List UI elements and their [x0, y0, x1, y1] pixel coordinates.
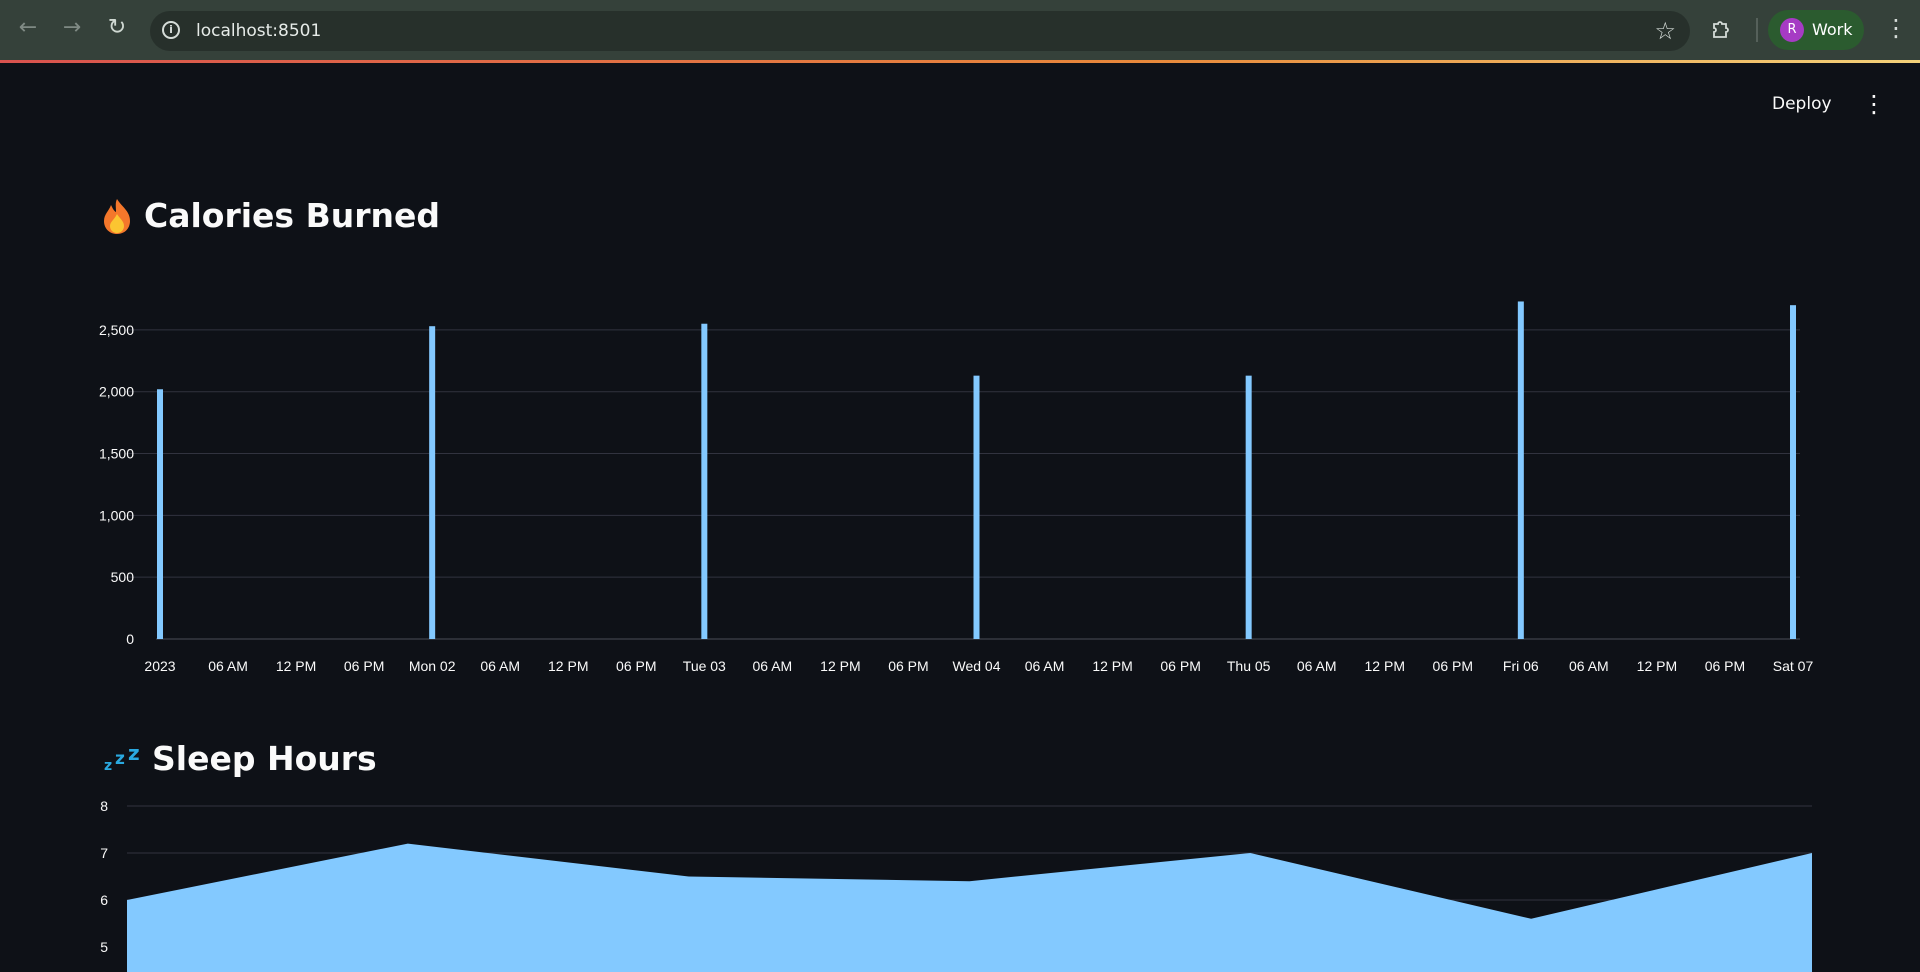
browser-menu-icon[interactable]: ⋮ [1884, 16, 1908, 40]
y-tick-label: 0 [126, 631, 134, 647]
site-info-icon[interactable]: i [162, 21, 180, 39]
svg-text:z: z [115, 749, 125, 769]
svg-text:z: z [128, 741, 140, 765]
sleep-heading: z z z Sleep Hours [104, 739, 377, 778]
y-tick-label: 1,000 [99, 507, 134, 523]
x-tick-label: 12 PM [276, 658, 316, 674]
sleep-title: Sleep Hours [152, 739, 377, 778]
calories-bar [701, 323, 708, 639]
calories-heading: Calories Burned [100, 196, 440, 235]
address-bar[interactable]: i localhost:8501 ☆ [150, 11, 1690, 51]
y-tick-label: 2,500 [99, 322, 134, 338]
app-menu-icon[interactable]: ⋮ [1862, 92, 1886, 116]
toolbar-divider [1756, 18, 1758, 42]
avatar: R [1780, 18, 1804, 42]
deploy-button[interactable]: Deploy [1772, 94, 1832, 114]
calories-bar [1245, 375, 1252, 639]
loading-gradient-bar [0, 60, 1920, 63]
x-tick-label: 06 PM [1433, 658, 1473, 674]
y-tick-label: 2,000 [99, 384, 134, 400]
x-tick-label: 06 PM [616, 658, 656, 674]
sleep-area-chart: 5 6 7 8 [100, 798, 1813, 972]
x-tick-label: 06 PM [344, 658, 384, 674]
x-tick-label: 06 PM [1160, 658, 1200, 674]
x-tick-label: 06 PM [888, 658, 928, 674]
calories-bar [429, 326, 436, 639]
x-tick-label: Wed 04 [953, 658, 1001, 674]
calories-bar [1790, 305, 1796, 639]
x-tick-label: 12 PM [1092, 658, 1132, 674]
x-tick-label: 06 AM [1569, 658, 1609, 674]
calories-title: Calories Burned [144, 196, 440, 235]
forward-arrow-icon[interactable]: → [58, 14, 86, 42]
browser-toolbar: ← → ↻ i localhost:8501 ☆ R Work ⋮ [0, 0, 1920, 60]
x-tick-label: 12 PM [1637, 658, 1677, 674]
reload-icon[interactable]: ↻ [103, 14, 131, 42]
x-tick-label: 06 AM [1297, 658, 1337, 674]
profile-button[interactable]: R Work [1768, 10, 1864, 50]
y-tick-label: 6 [100, 892, 108, 908]
x-tick-label: 06 AM [753, 658, 793, 674]
y-tick-label: 8 [100, 798, 108, 814]
bookmark-star-icon[interactable]: ☆ [1654, 17, 1676, 45]
x-tick-label: 06 AM [1025, 658, 1065, 674]
x-tick-label: 06 PM [1705, 658, 1745, 674]
y-tick-label: 5 [100, 939, 108, 955]
x-tick-label: 2023 [144, 658, 175, 674]
x-tick-label: 06 AM [208, 658, 248, 674]
x-tick-label: Mon 02 [409, 658, 456, 674]
sleep-area [127, 843, 1812, 972]
svg-text:z: z [104, 758, 112, 774]
calories-bar [157, 389, 163, 639]
profile-name: Work [1812, 20, 1853, 39]
y-tick-label: 500 [111, 569, 135, 585]
extensions-puzzle-icon[interactable] [1710, 17, 1734, 41]
zzz-icon: z z z [104, 741, 140, 774]
x-tick-label: 06 AM [480, 658, 520, 674]
x-tick-label: Thu 05 [1227, 658, 1271, 674]
x-tick-label: Sat 07 [1773, 658, 1814, 674]
calories-bar [973, 375, 980, 639]
y-tick-label: 1,500 [99, 446, 134, 462]
calories-bar-chart: 0 500 1,000 1,500 2,000 2,500 2023 06 AM 12 PM 06… [99, 301, 1814, 674]
x-tick-label: 12 PM [1365, 658, 1405, 674]
url-text[interactable]: localhost:8501 [196, 21, 321, 41]
x-tick-label: 12 PM [820, 658, 860, 674]
back-arrow-icon[interactable]: ← [14, 14, 42, 42]
fire-icon [104, 198, 130, 234]
calories-bar [1517, 301, 1524, 639]
y-tick-label: 7 [100, 845, 108, 861]
x-tick-label: Fri 06 [1503, 658, 1539, 674]
x-tick-label: 12 PM [548, 658, 588, 674]
x-tick-label: Tue 03 [683, 658, 726, 674]
